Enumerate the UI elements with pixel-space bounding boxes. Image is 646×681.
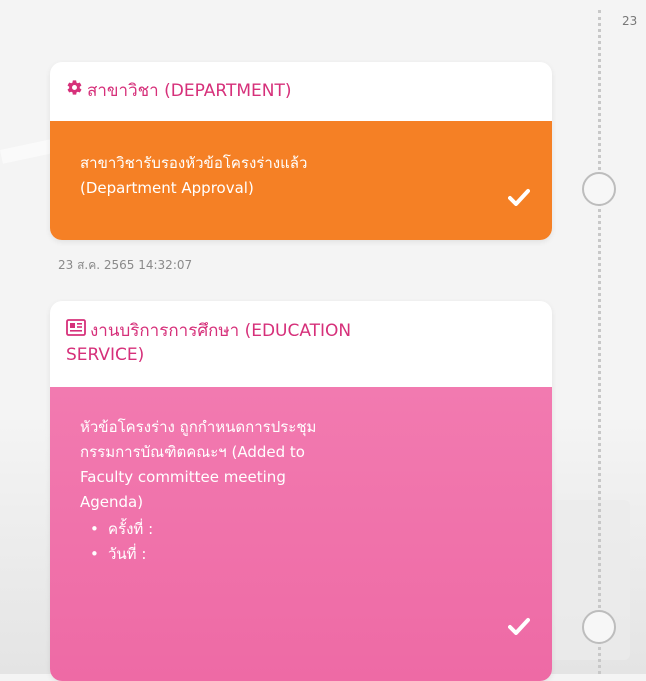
list-item: ครั้งที่ :: [90, 517, 522, 542]
card-timestamp: 23 ส.ค. 2565 14:32:07: [58, 258, 193, 272]
card-header: งานบริการการศึกษา (EDUCATION SERVICE): [50, 301, 552, 387]
gear-icon: [66, 79, 83, 103]
card-body-line: หัวข้อโครงร่าง ถูกกำหนดการประชุม: [80, 418, 317, 436]
newspaper-icon: [66, 319, 86, 343]
timeline-date-label: 23: [622, 14, 638, 28]
list-item: วันที่ :: [90, 542, 522, 567]
check-icon: [508, 617, 530, 643]
card-body: สาขาวิชารับรองหัวข้อโครงร่างแล้ว (Depart…: [50, 121, 552, 240]
card-title-continued: SERVICE): [66, 345, 145, 365]
timeline-node: [582, 610, 616, 644]
card-body: หัวข้อโครงร่าง ถูกกำหนดการประชุม กรรมการ…: [50, 387, 552, 681]
check-icon: [508, 188, 530, 214]
detail-list: ครั้งที่ : วันที่ :: [80, 517, 522, 567]
card-title: สาขาวิชา (DEPARTMENT): [87, 81, 292, 101]
card-body-line: (Department Approval): [80, 179, 254, 197]
card-header: สาขาวิชา (DEPARTMENT): [50, 62, 552, 106]
card-title: งานบริการการศึกษา (EDUCATION: [90, 321, 352, 341]
timeline-card-department: สาขาวิชา (DEPARTMENT) สาขาวิชารับรองหัวข…: [50, 62, 552, 240]
timeline-node: [582, 172, 616, 206]
card-body-line: กรรมการบัณฑิตคณะฯ (Added to: [80, 443, 305, 461]
card-body-line: สาขาวิชารับรองหัวข้อโครงร่างแล้ว: [80, 154, 308, 172]
timeline-card-education-service: งานบริการการศึกษา (EDUCATION SERVICE) หั…: [50, 301, 552, 681]
card-body-line: Agenda): [80, 493, 144, 511]
timeline-line: [598, 10, 601, 674]
card-body-line: Faculty committee meeting: [80, 468, 286, 486]
